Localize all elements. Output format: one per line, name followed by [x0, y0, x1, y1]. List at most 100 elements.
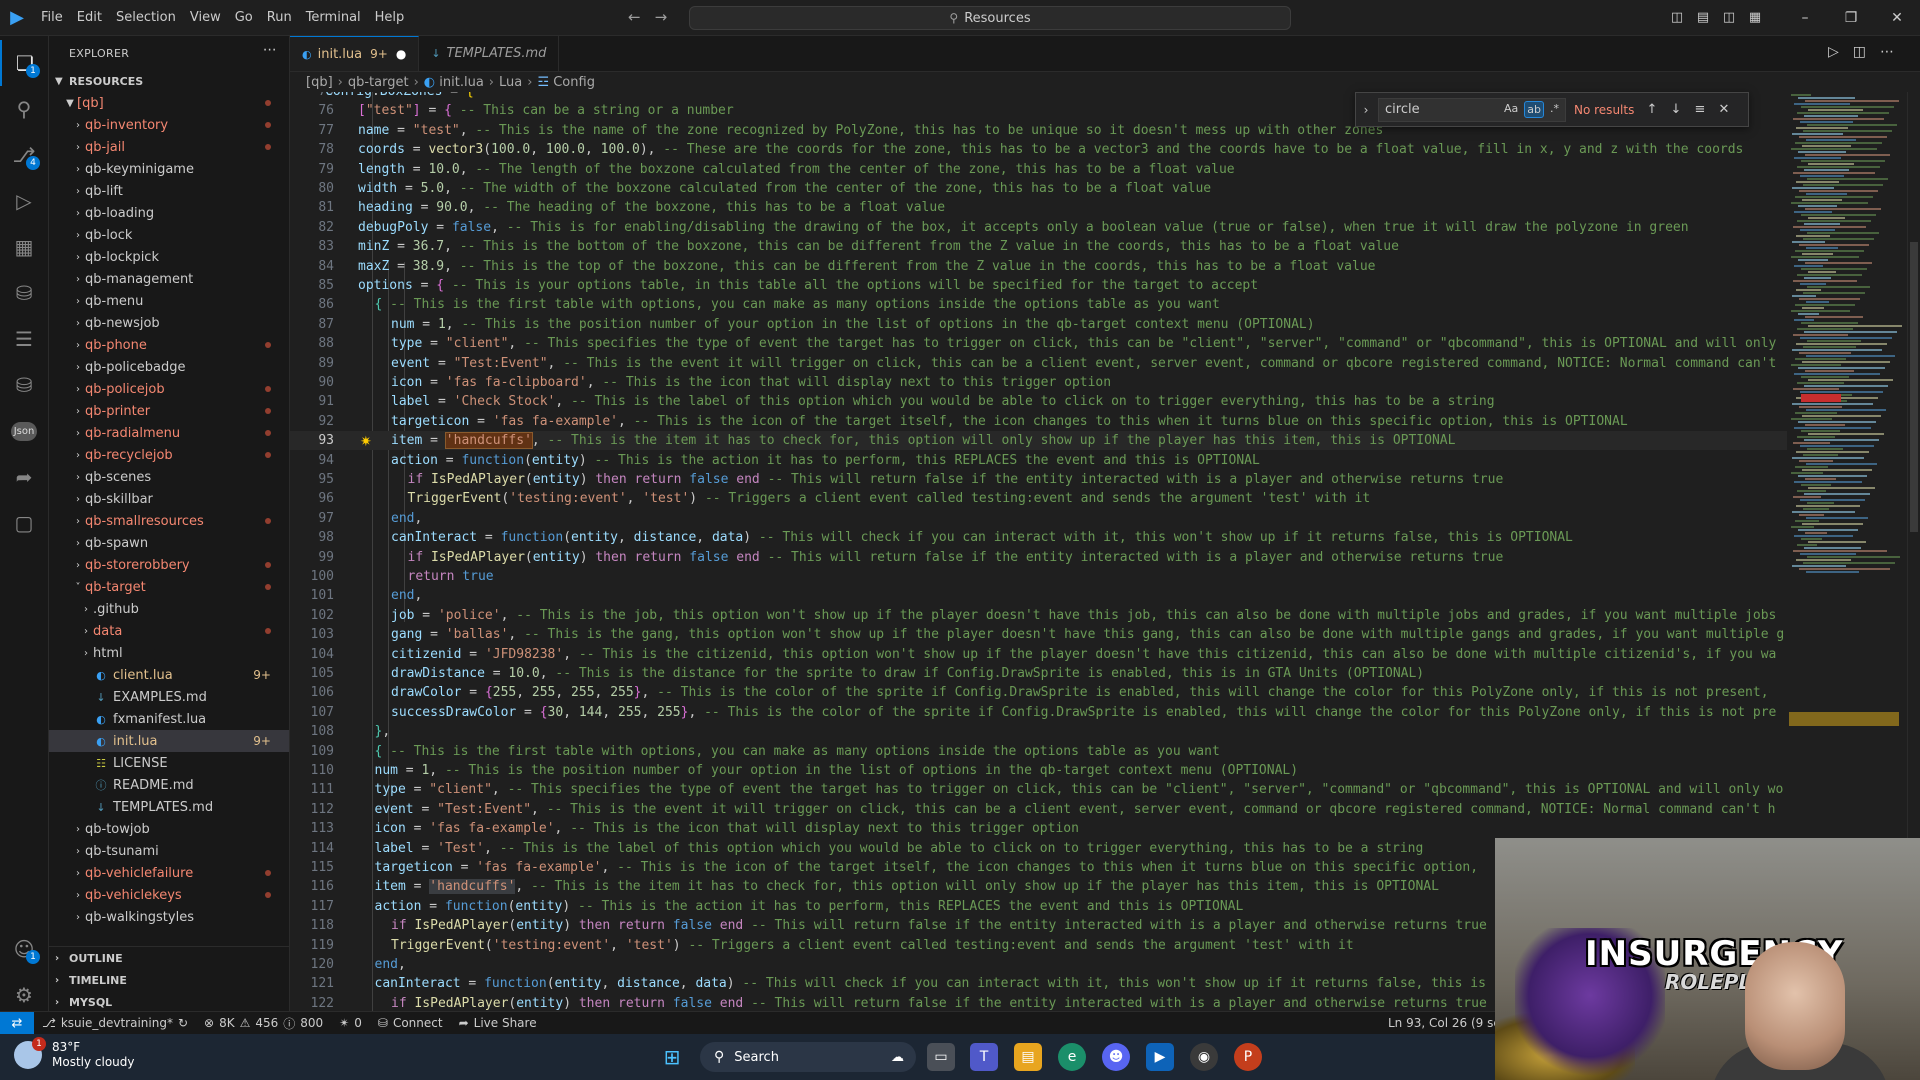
search-icon[interactable]: ⚲: [0, 86, 48, 132]
tree-item[interactable]: › qb-printer: [49, 400, 289, 422]
tree-item[interactable]: ⓘ README.md: [49, 774, 289, 796]
tree-item[interactable]: › qb-jail: [49, 136, 289, 158]
tree-item[interactable]: › qb-menu: [49, 290, 289, 312]
tree-folder-qb[interactable]: ▼ [qb]: [49, 92, 289, 114]
split-editor-icon[interactable]: ◫: [1853, 44, 1880, 60]
remote-indicator-icon[interactable]: ⇄: [0, 1012, 34, 1034]
command-center-search[interactable]: ⚲ Resources: [689, 6, 1291, 30]
branch-indicator[interactable]: ⎇ ksuie_devtraining* ↻: [34, 1016, 196, 1030]
run-debug-icon[interactable]: ▷: [0, 178, 48, 224]
task-view-icon[interactable]: ▭: [927, 1043, 955, 1071]
tree-item[interactable]: › qb-skillbar: [49, 488, 289, 510]
back-arrow-icon[interactable]: ←: [628, 8, 655, 26]
close-find-icon[interactable]: ✕: [1712, 102, 1736, 117]
tab-templates-md[interactable]: ↓ TEMPLATES.md: [419, 36, 560, 71]
windows-start-icon[interactable]: ⊞: [658, 1043, 686, 1071]
tree-item[interactable]: › html: [49, 642, 289, 664]
restore-icon[interactable]: ❐: [1828, 0, 1874, 35]
toggle-primary-sidebar-icon[interactable]: ◫: [1664, 0, 1690, 35]
lightbulb-icon[interactable]: ✷: [360, 434, 372, 450]
menu-view[interactable]: View: [183, 0, 228, 35]
powerpoint-icon[interactable]: P: [1234, 1043, 1262, 1071]
menu-selection[interactable]: Selection: [109, 0, 183, 35]
tree-item[interactable]: › qb-scenes: [49, 466, 289, 488]
extensions-icon[interactable]: ▦: [0, 224, 48, 270]
toggle-secondary-sidebar-icon[interactable]: ◫: [1716, 0, 1742, 35]
tree-item[interactable]: › qb-recyclejob: [49, 444, 289, 466]
vscode-taskbar-icon[interactable]: ▶: [1146, 1043, 1174, 1071]
next-match-icon[interactable]: ↓: [1664, 102, 1688, 117]
layers-icon[interactable]: ☰: [0, 316, 48, 362]
forward-arrow-icon[interactable]: →: [655, 8, 682, 26]
tree-item[interactable]: › qb-lift: [49, 180, 289, 202]
more-actions-icon[interactable]: ⋯: [263, 42, 277, 58]
menu-terminal[interactable]: Terminal: [299, 0, 368, 35]
section-mysql[interactable]: › MYSQL: [49, 991, 289, 1011]
tree-item[interactable]: ◐ init.lua 9+: [49, 730, 289, 752]
tree-item[interactable]: › qb-keyminigame: [49, 158, 289, 180]
tree-item[interactable]: ↓ EXAMPLES.md: [49, 686, 289, 708]
cylinder-icon[interactable]: ⛁: [0, 362, 48, 408]
tree-item[interactable]: › qb-inventory: [49, 114, 289, 136]
tree-item[interactable]: › qb-policejob: [49, 378, 289, 400]
weather-widget[interactable]: 1 83°F Mostly cloudy: [14, 1037, 135, 1070]
remote-explorer-icon[interactable]: ▢: [0, 500, 48, 546]
chrome-icon[interactable]: ◉: [1190, 1043, 1218, 1071]
resources-section-header[interactable]: ▼ RESOURCES: [49, 70, 289, 92]
toggle-replace-chevron-icon[interactable]: ›: [1356, 103, 1376, 117]
menu-go[interactable]: Go: [228, 0, 260, 35]
menu-run[interactable]: Run: [260, 0, 299, 35]
breadcrumb-item[interactable]: [qb]: [306, 75, 333, 90]
taskbar-search[interactable]: ⚲ Search ☁: [700, 1042, 916, 1072]
tree-item[interactable]: ↓ TEMPLATES.md: [49, 796, 289, 818]
toggle-panel-icon[interactable]: ▤: [1690, 0, 1716, 35]
source-control-icon[interactable]: ⎇ 4: [0, 132, 48, 178]
unsaved-dot-icon[interactable]: ●: [396, 47, 406, 61]
match-case-toggle[interactable]: Aa: [1502, 101, 1520, 118]
previous-match-icon[interactable]: ↑: [1640, 102, 1664, 117]
edge-icon[interactable]: e: [1058, 1043, 1086, 1071]
tree-item[interactable]: › qb-management: [49, 268, 289, 290]
minimize-icon[interactable]: –: [1782, 0, 1828, 35]
tree-item[interactable]: › qb-phone: [49, 334, 289, 356]
ports-indicator[interactable]: ✴ 0: [331, 1016, 370, 1030]
tree-item[interactable]: › qb-vehiclefailure: [49, 862, 289, 884]
tree-item[interactable]: › qb-tsunami: [49, 840, 289, 862]
tree-item[interactable]: › qb-policebadge: [49, 356, 289, 378]
close-window-icon[interactable]: ✕: [1874, 0, 1920, 35]
menu-edit[interactable]: Edit: [70, 0, 109, 35]
tree-item[interactable]: › qb-vehiclekeys: [49, 884, 289, 906]
customize-layout-icon[interactable]: ▦: [1742, 0, 1768, 35]
database-icon[interactable]: ⛁: [0, 270, 48, 316]
tree-item[interactable]: › qb-newsjob: [49, 312, 289, 334]
tree-item[interactable]: › qb-radialmenu: [49, 422, 289, 444]
teams-icon[interactable]: T: [970, 1043, 998, 1071]
tree-item[interactable]: ˅ qb-target: [49, 576, 289, 598]
live-share-button[interactable]: ➦ Live Share: [451, 1016, 545, 1030]
breadcrumb-item[interactable]: qb-target: [348, 75, 409, 90]
connect-button[interactable]: ⛁ Connect: [370, 1016, 451, 1030]
regex-toggle[interactable]: .*: [1548, 101, 1561, 118]
tree-item[interactable]: › data: [49, 620, 289, 642]
tree-item[interactable]: › qb-walkingstyles: [49, 906, 289, 928]
tab-init-lua[interactable]: ◐ init.lua 9+ ●: [290, 36, 420, 71]
breadcrumb-item[interactable]: Lua: [499, 75, 522, 90]
tree-item[interactable]: › qb-storerobbery: [49, 554, 289, 576]
tree-item[interactable]: ◐ fxmanifest.lua: [49, 708, 289, 730]
json-icon[interactable]: Json: [0, 408, 48, 454]
section-outline[interactable]: › OUTLINE: [49, 947, 289, 969]
tree-item[interactable]: › qb-spawn: [49, 532, 289, 554]
menu-file[interactable]: File: [34, 0, 70, 35]
scrollbar-thumb[interactable]: [1910, 242, 1918, 532]
find-input[interactable]: circle Aa ab .*: [1378, 97, 1566, 122]
explorer-icon[interactable]: ❏ 1: [0, 40, 48, 86]
breadcrumb-item[interactable]: ◐ init.lua: [424, 75, 484, 90]
live-share-icon[interactable]: ➦: [0, 454, 48, 500]
tree-item[interactable]: › qb-lockpick: [49, 246, 289, 268]
tree-item[interactable]: › qb-lock: [49, 224, 289, 246]
tree-item[interactable]: › qb-towjob: [49, 818, 289, 840]
discord-icon[interactable]: ☻: [1102, 1043, 1130, 1071]
whole-word-toggle[interactable]: ab: [1524, 101, 1544, 118]
tree-item[interactable]: ◐ client.lua 9+: [49, 664, 289, 686]
breadcrumb-item[interactable]: ☲ Config: [537, 75, 595, 90]
